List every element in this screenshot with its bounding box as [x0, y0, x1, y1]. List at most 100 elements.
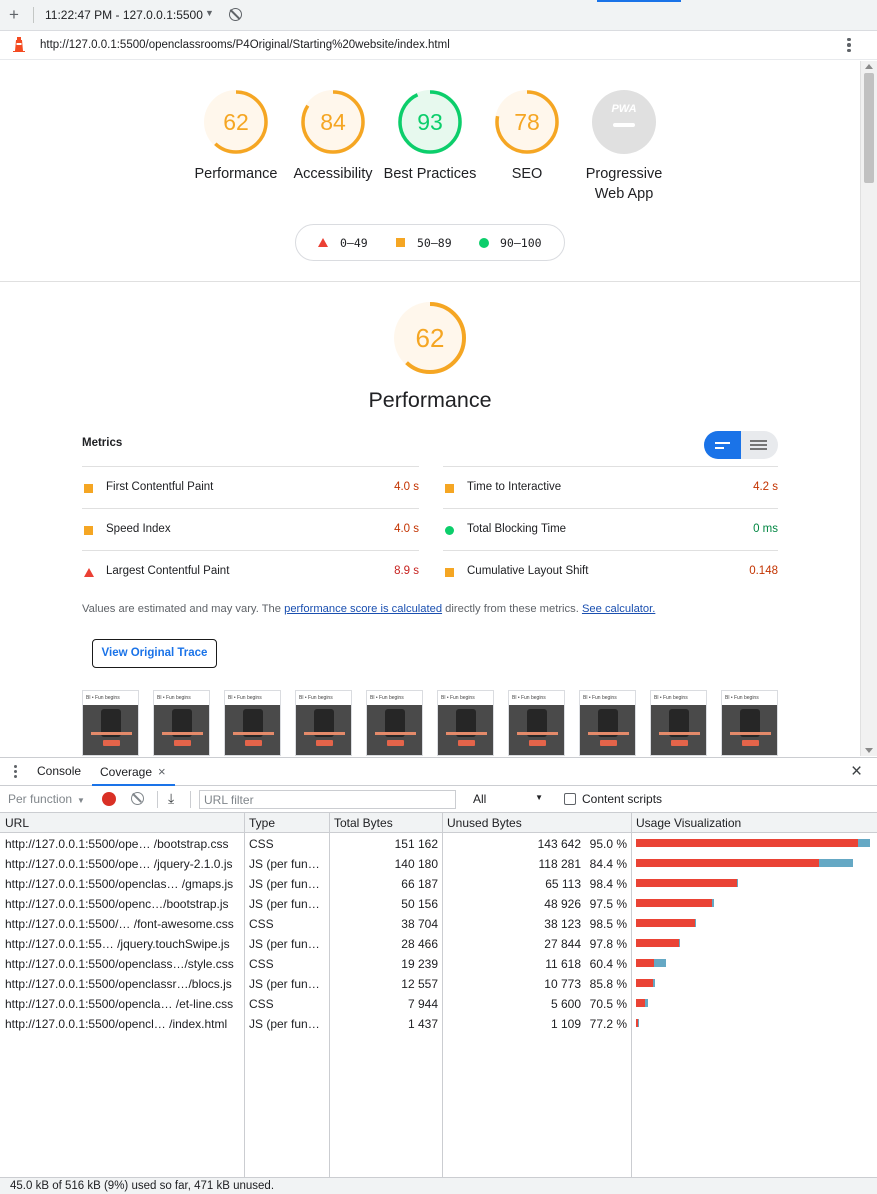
drawer-menu-icon[interactable] [14, 765, 18, 780]
devtools-drawer: Console Coverage × × Per function ▼ ⤓ URL … [0, 757, 877, 1194]
clear-icon[interactable] [229, 8, 242, 21]
table-row[interactable]: http://127.0.0.1:5500/ope… /bootstrap.cs… [0, 834, 877, 854]
toggle-compact-view[interactable] [704, 431, 741, 459]
header-url[interactable]: URL [5, 816, 29, 830]
table-row[interactable]: http://127.0.0.1:5500/opencla… /et-line.… [0, 994, 877, 1014]
gauge-pwa[interactable]: PWA Progressive Web App [574, 89, 674, 204]
more-options-icon[interactable] [846, 36, 852, 54]
close-tab-icon[interactable]: × [158, 764, 166, 779]
row-unused-percent: 97.8 % [589, 937, 627, 951]
see-calculator-link[interactable]: See calculator. [582, 603, 655, 615]
coverage-type-select[interactable]: Per function ▼ [8, 792, 85, 806]
metrics-view-toggle[interactable] [704, 431, 778, 459]
usage-bar-used [652, 979, 656, 987]
usage-bar [636, 899, 714, 907]
metric-name: Largest Contentful Paint [106, 565, 230, 577]
session-selector[interactable]: 11:22:47 PM - 127.0.0.1:5500 [45, 8, 203, 22]
gauge-1[interactable]: 84 Accessibility [283, 89, 383, 184]
clear-coverage-icon[interactable] [131, 792, 144, 805]
record-icon[interactable] [102, 792, 116, 806]
row-type: CSS [249, 997, 274, 1011]
toolbar-divider [157, 791, 158, 808]
row-url: http://127.0.0.1:5500/opencla… /et-line.… [5, 997, 234, 1011]
row-total-bytes: 1 437 [407, 1017, 438, 1031]
frame-image [154, 705, 209, 755]
tab-coverage-label: Coverage [100, 765, 153, 779]
table-row[interactable]: http://127.0.0.1:5500/… /font-awesome.cs… [0, 914, 877, 934]
download-icon[interactable]: ⤓ [168, 790, 174, 807]
table-row[interactable]: http://127.0.0.1:5500/openclas… /gmaps.j… [0, 874, 877, 894]
close-drawer-icon[interactable]: × [851, 761, 862, 783]
metric-value: 0 ms [753, 523, 778, 535]
metrics-heading: Metrics [82, 437, 123, 449]
row-type: JS (per fun… [249, 977, 320, 991]
row-unused-bytes: 118 281 [538, 857, 582, 871]
header-total-bytes[interactable]: Total Bytes [334, 816, 393, 830]
drawer-tabs: Console Coverage × × [0, 758, 877, 786]
frame-header: Bl • Fun begins [86, 695, 120, 701]
score-legend: 0–49 50–89 90–100 [295, 224, 565, 261]
metric-row: Time to Interactive 4.2 s [443, 466, 778, 508]
row-unused-percent: 84.4 % [589, 857, 627, 871]
average-square-icon [396, 238, 405, 247]
header-usage-visualization[interactable]: Usage Visualization [636, 816, 741, 830]
row-url: http://127.0.0.1:5500/openclass…/style.c… [5, 957, 234, 971]
header-type[interactable]: Type [249, 816, 275, 830]
coverage-toolbar: Per function ▼ ⤓ URL filter All ▼ Content … [0, 786, 877, 813]
metric-row: Largest Contentful Paint 8.9 s [82, 550, 419, 592]
page-url[interactable]: http://127.0.0.1:5500/openclassrooms/P4O… [40, 39, 450, 51]
scroll-up-arrow-icon[interactable] [865, 64, 873, 69]
usage-bar-used [819, 859, 853, 867]
new-session-button[interactable]: + [9, 5, 19, 25]
row-unused-bytes: 48 926 [544, 897, 581, 911]
scrollbar-thumb[interactable] [864, 73, 874, 183]
report-scrollbar[interactable] [860, 61, 877, 756]
row-unused-percent: 97.5 % [589, 897, 627, 911]
lighthouse-icon [13, 37, 25, 52]
filmstrip-frame: Bl • Fun begins [82, 690, 139, 756]
chevron-down-icon[interactable]: ▼ [205, 8, 214, 18]
metric-name: First Contentful Paint [106, 481, 214, 493]
gauge-0[interactable]: 62 Performance [186, 89, 286, 184]
usage-bar-used [653, 959, 666, 967]
table-row[interactable]: http://127.0.0.1:5500/openc…/bootstrap.j… [0, 894, 877, 914]
gauge-3[interactable]: 78 SEO [477, 89, 577, 184]
filmstrip: Bl • Fun begins Bl • Fun begins Bl • Fun b… [82, 690, 782, 756]
metric-name: Cumulative Layout Shift [467, 565, 589, 577]
metric-name: Speed Index [106, 523, 171, 535]
gauge-score: 84 [320, 109, 346, 135]
metric-row: Speed Index 4.0 s [82, 508, 419, 550]
scroll-down-arrow-icon[interactable] [865, 748, 873, 753]
lighthouse-report: 62 Performance 84 Accessibility 93 Best Pract… [0, 61, 860, 756]
table-row[interactable]: http://127.0.0.1:5500/openclassr…/blocs.… [0, 974, 877, 994]
content-scripts-checkbox[interactable] [564, 793, 576, 805]
usage-bar-used [638, 1019, 639, 1027]
url-filter-input[interactable]: URL filter [199, 790, 456, 809]
frame-header: Bl • Fun begins [441, 695, 475, 701]
table-row[interactable]: http://127.0.0.1:55… /jquery.touchSwipe.… [0, 934, 877, 954]
usage-bar [636, 839, 870, 847]
metric-average-icon [445, 484, 454, 493]
header-unused-bytes[interactable]: Unused Bytes [447, 816, 522, 830]
row-total-bytes: 19 239 [401, 957, 438, 971]
frame-header: Bl • Fun begins [370, 695, 404, 701]
view-original-trace-button[interactable]: View Original Trace [92, 639, 217, 668]
gauge-ring: 84 [300, 89, 366, 155]
gauge-label: Performance [194, 166, 278, 182]
row-unused-bytes: 1 109 [550, 1017, 581, 1031]
resource-type-select[interactable]: All ▼ [473, 792, 543, 806]
table-row[interactable]: http://127.0.0.1:5500/opencl… /index.htm… [0, 1014, 877, 1034]
table-row[interactable]: http://127.0.0.1:5500/ope… /jquery-2.1.0… [0, 854, 877, 874]
section-divider [0, 281, 860, 282]
tab-console[interactable]: Console [37, 758, 81, 786]
metric-name: Time to Interactive [467, 481, 562, 493]
score-calculated-link[interactable]: performance score is calculated [284, 603, 442, 615]
usage-bar-used [644, 999, 649, 1007]
gauge-2[interactable]: 93 Best Practices [380, 89, 480, 184]
usage-bar [636, 999, 649, 1007]
table-header [0, 813, 877, 833]
content-scripts-label[interactable]: Content scripts [582, 792, 662, 806]
frame-header: Bl • Fun begins [512, 695, 546, 701]
tab-coverage[interactable]: Coverage × [92, 758, 175, 786]
table-row[interactable]: http://127.0.0.1:5500/openclass…/style.c… [0, 954, 877, 974]
